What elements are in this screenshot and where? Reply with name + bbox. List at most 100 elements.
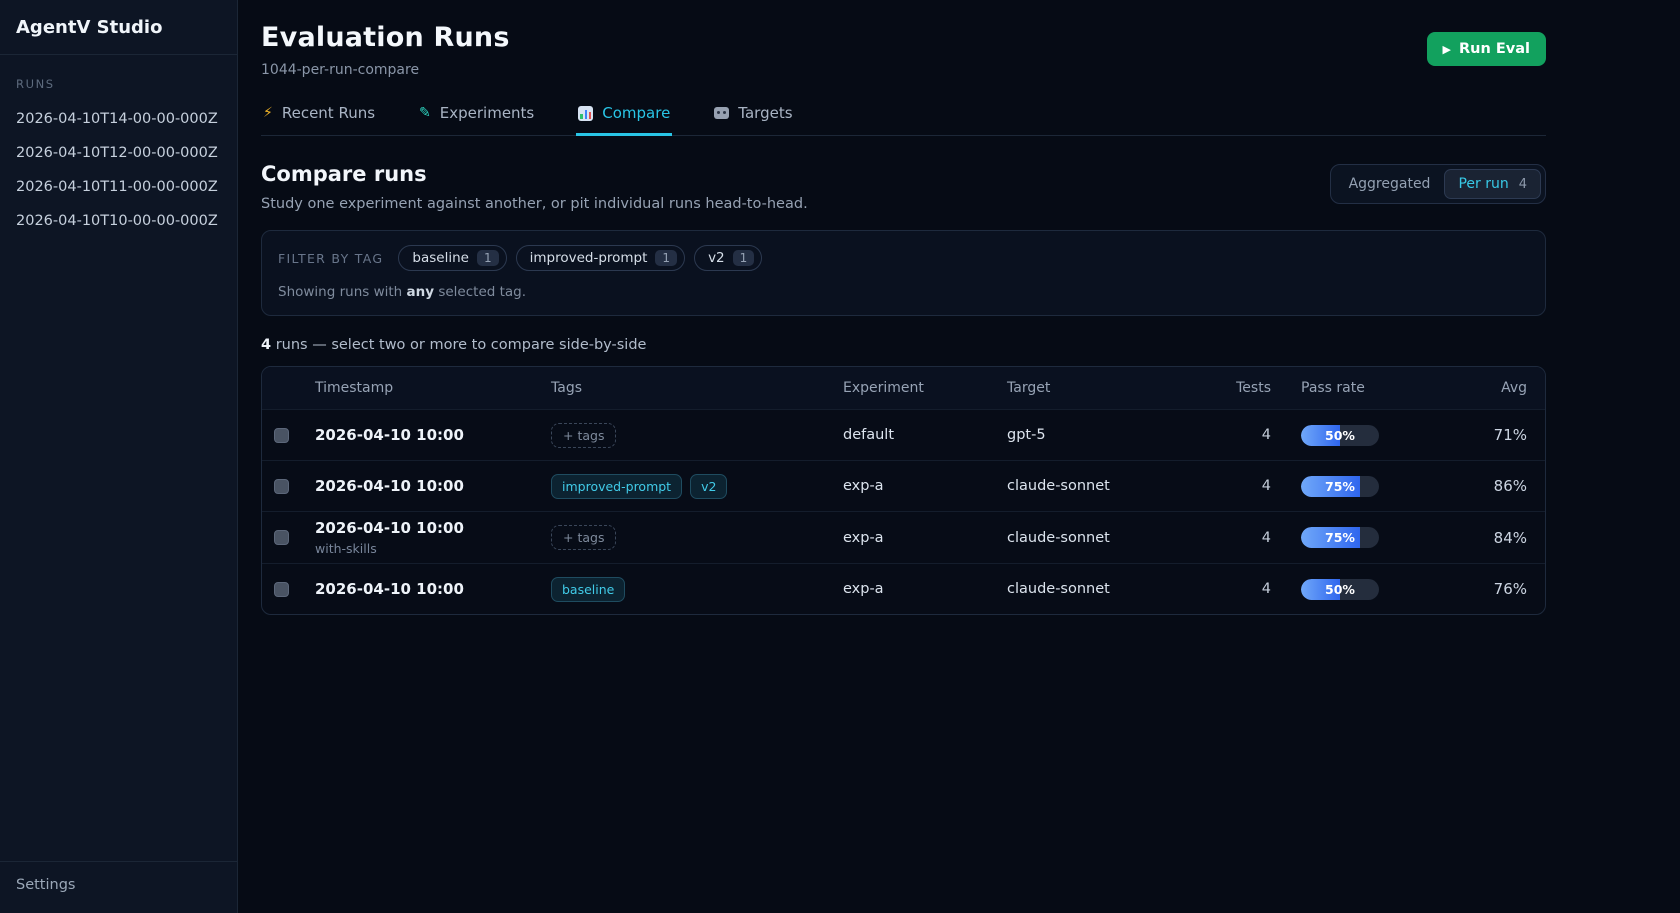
page-subtitle: 1044-per-run-compare	[261, 62, 510, 78]
run-avg: 71%	[1431, 426, 1545, 444]
run-tag-baseline: baseline	[551, 577, 625, 602]
run-target: gpt-5	[1007, 427, 1190, 443]
col-tests: Tests	[1190, 380, 1271, 396]
table-header: Timestamp Tags Experiment Target Tests P…	[262, 367, 1545, 409]
run-timestamp: 2026-04-10 10:00	[315, 426, 551, 444]
row-checkbox[interactable]	[274, 582, 289, 597]
run-tags: baseline	[551, 577, 843, 602]
pass-rate-label: 75%	[1301, 476, 1379, 497]
sidebar-runs-label: RUNS	[16, 77, 221, 91]
col-timestamp: Timestamp	[315, 380, 551, 396]
page-title: Evaluation Runs	[261, 22, 510, 53]
col-target: Target	[1007, 380, 1190, 396]
sidebar: AgentV Studio RUNS 2026-04-10T14-00-00-0…	[0, 0, 238, 913]
col-pass-rate: Pass rate	[1271, 380, 1431, 396]
tab-compare[interactable]: Compare	[576, 104, 672, 135]
runs-summary: 4 runs — select two or more to compare s…	[261, 337, 1546, 353]
filter-note-suffix: selected tag.	[434, 284, 526, 300]
filter-by-tag-panel: FILTER BY TAG baseline1improved-prompt1v…	[261, 230, 1546, 316]
table-body: 2026-04-10 10:00+ tagsdefaultgpt-5450%71…	[262, 409, 1545, 614]
run-target: claude-sonnet	[1007, 581, 1190, 597]
tabs: ⚡ Recent Runs ✎ Experiments Compare Targets	[261, 104, 1546, 136]
sidebar-run-list: 2026-04-10T14-00-00-000Z 2026-04-10T12-00…	[16, 111, 221, 229]
view-mode-toggle: Aggregated Per run 4	[1330, 164, 1546, 204]
run-avg: 86%	[1431, 477, 1545, 495]
run-tests: 4	[1190, 530, 1271, 546]
row-checkbox[interactable]	[274, 479, 289, 494]
run-experiment: default	[843, 427, 1007, 443]
run-tag-v2: v2	[690, 474, 727, 499]
run-variant-label: with-skills	[315, 541, 551, 556]
table-row[interactable]: 2026-04-10 10:00with-skills+ tagsexp-acl…	[262, 511, 1545, 563]
robot-icon	[714, 107, 729, 119]
pass-rate-pill: 75%	[1301, 476, 1379, 497]
filter-tag-label: v2	[708, 250, 725, 266]
row-checkbox[interactable]	[274, 428, 289, 443]
filter-note-emphasis: any	[407, 284, 435, 300]
filter-tag-v2[interactable]: v2 1	[694, 245, 762, 271]
table-row[interactable]: 2026-04-10 10:00baselineexp-aclaude-sonn…	[262, 563, 1545, 614]
toggle-aggregated[interactable]: Aggregated	[1335, 169, 1445, 199]
pass-rate-pill: 50%	[1301, 579, 1379, 600]
table-row[interactable]: 2026-04-10 10:00improved-prompt v2 exp-acl…	[262, 460, 1545, 511]
tab-label: Compare	[602, 104, 670, 122]
run-experiment: exp-a	[843, 478, 1007, 494]
test-tube-icon: ✎	[419, 106, 431, 120]
add-tags-button[interactable]: + tags	[551, 525, 616, 550]
sidebar-item-run[interactable]: 2026-04-10T11-00-00-000Z	[16, 179, 221, 195]
run-tags: + tags	[551, 423, 843, 448]
run-tags: improved-prompt v2	[551, 474, 843, 499]
run-eval-label: Run Eval	[1459, 41, 1530, 57]
pass-rate-label: 50%	[1301, 425, 1379, 446]
col-avg: Avg	[1431, 380, 1545, 396]
tab-targets[interactable]: Targets	[712, 104, 794, 135]
run-tests: 4	[1190, 581, 1271, 597]
sidebar-item-run[interactable]: 2026-04-10T12-00-00-000Z	[16, 145, 221, 161]
filter-tag-count-badge: 1	[655, 250, 677, 266]
run-target: claude-sonnet	[1007, 530, 1190, 546]
filter-note: Showing runs with any selected tag.	[278, 284, 1529, 300]
main-content: Evaluation Runs 1044-per-run-compare ▶ R…	[238, 0, 1680, 913]
toggle-per-run[interactable]: Per run 4	[1444, 169, 1541, 199]
sidebar-item-settings[interactable]: Settings	[0, 861, 237, 913]
runner-icon: ⚡	[263, 106, 273, 120]
filter-by-tag-label: FILTER BY TAG	[278, 251, 383, 266]
filter-tag-improved-prompt[interactable]: improved-prompt 1	[516, 245, 685, 271]
run-avg: 84%	[1431, 529, 1545, 547]
add-tags-button[interactable]: + tags	[551, 423, 616, 448]
filter-tag-count-badge: 1	[733, 250, 755, 266]
per-run-count-badge: 4	[1519, 177, 1527, 192]
tab-experiments[interactable]: ✎ Experiments	[417, 104, 536, 135]
tab-label: Experiments	[440, 104, 534, 122]
col-tags: Tags	[551, 380, 843, 396]
run-tag-improved-prompt: improved-prompt	[551, 474, 682, 499]
tab-label: Recent Runs	[282, 104, 375, 122]
pass-rate-pill: 75%	[1301, 527, 1379, 548]
row-checkbox[interactable]	[274, 530, 289, 545]
table-row[interactable]: 2026-04-10 10:00+ tagsdefaultgpt-5450%71…	[262, 409, 1545, 460]
play-icon: ▶	[1443, 44, 1451, 55]
run-experiment: exp-a	[843, 581, 1007, 597]
runs-count: 4	[261, 337, 271, 353]
run-tags: + tags	[551, 525, 843, 550]
compare-runs-heading: Compare runs	[261, 162, 808, 186]
run-timestamp: 2026-04-10 10:00	[315, 477, 551, 495]
run-eval-button[interactable]: ▶ Run Eval	[1427, 32, 1546, 66]
app-title: AgentV Studio	[0, 0, 237, 55]
compare-runs-description: Study one experiment against another, or…	[261, 196, 808, 212]
filter-tag-label: improved-prompt	[530, 250, 648, 266]
col-experiment: Experiment	[843, 380, 1007, 396]
tab-recent-runs[interactable]: ⚡ Recent Runs	[261, 104, 377, 135]
pass-rate-label: 75%	[1301, 527, 1379, 548]
run-target: claude-sonnet	[1007, 478, 1190, 494]
filter-tag-count-badge: 1	[477, 250, 499, 266]
sidebar-item-run[interactable]: 2026-04-10T14-00-00-000Z	[16, 111, 221, 127]
runs-table: Timestamp Tags Experiment Target Tests P…	[261, 366, 1546, 615]
runs-summary-text: runs — select two or more to compare sid…	[271, 337, 646, 353]
tab-label: Targets	[738, 104, 792, 122]
pass-rate-pill: 50%	[1301, 425, 1379, 446]
filter-tag-baseline[interactable]: baseline1	[398, 245, 506, 271]
sidebar-item-run[interactable]: 2026-04-10T10-00-00-000Z	[16, 213, 221, 229]
run-timestamp: 2026-04-10 10:00	[315, 519, 551, 537]
bar-chart-icon	[578, 106, 593, 121]
